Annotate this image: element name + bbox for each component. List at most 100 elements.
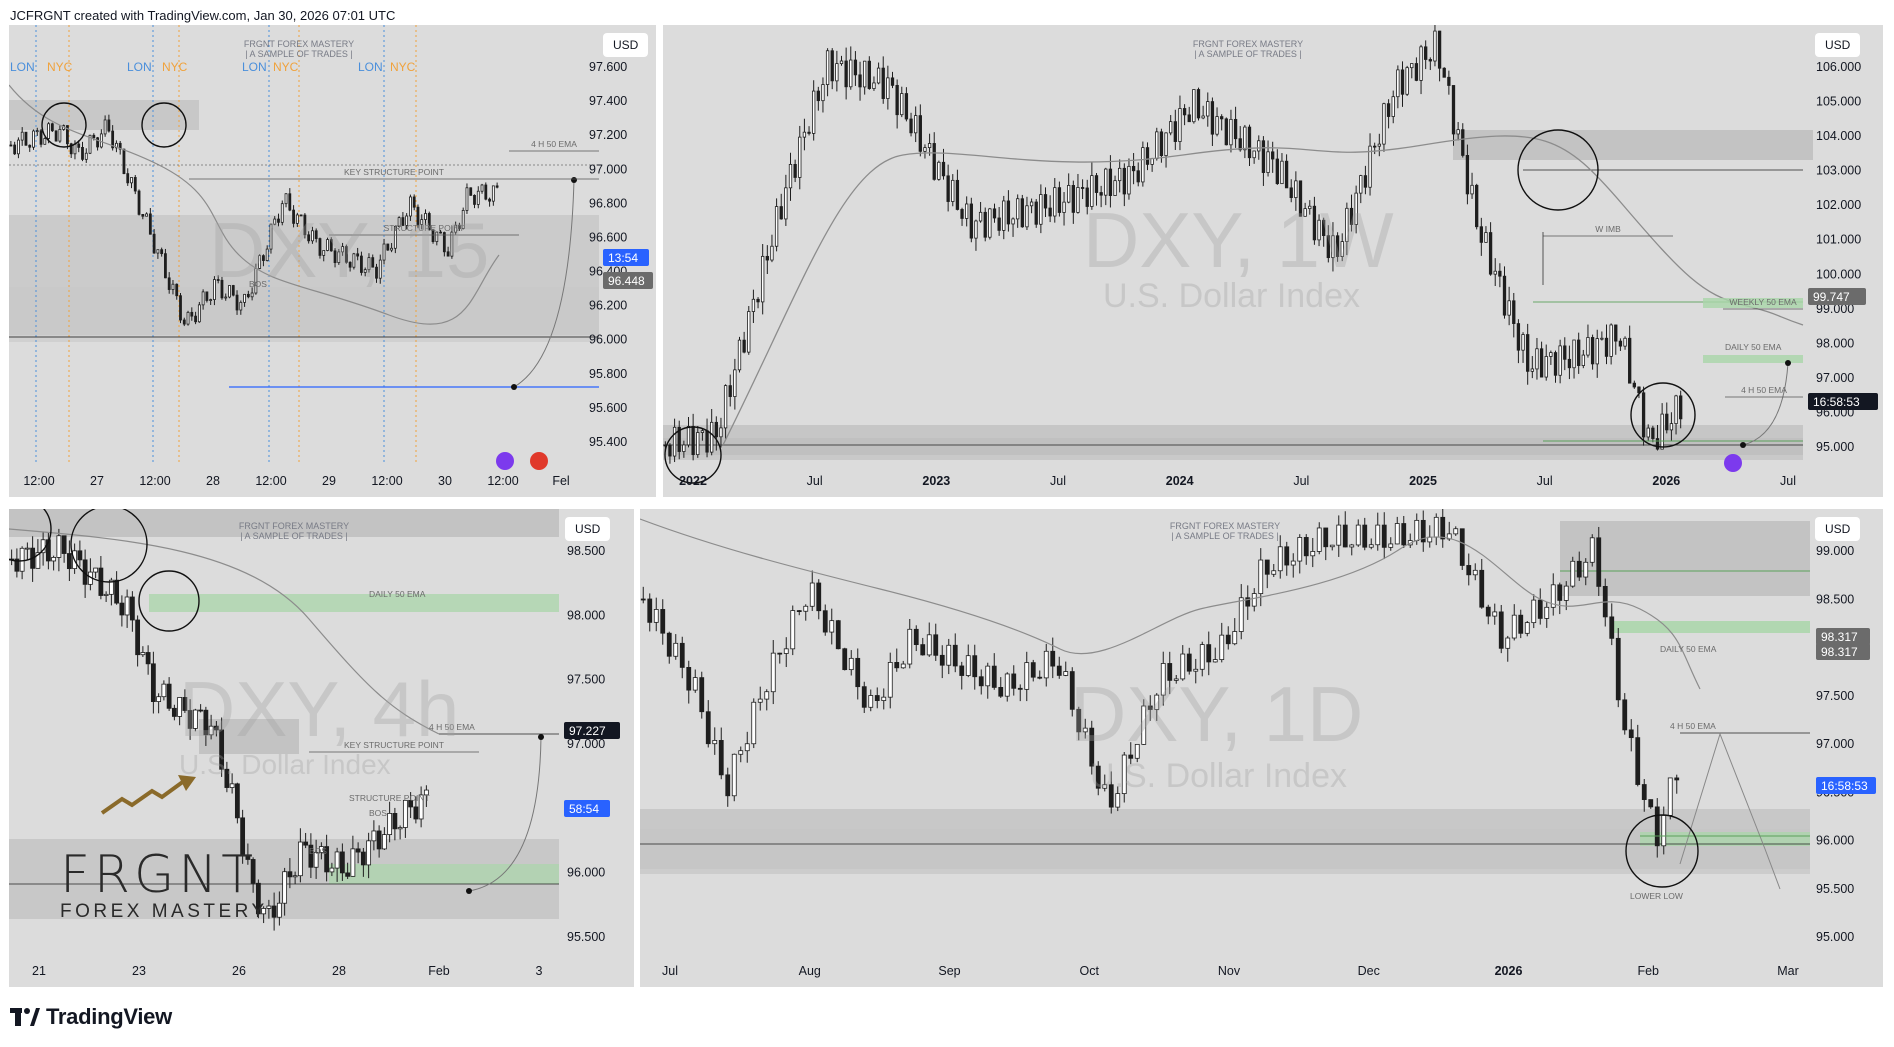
- currency-badge[interactable]: USD: [1815, 33, 1861, 57]
- session-label: LON: [10, 60, 35, 74]
- currency-badge[interactable]: USD: [565, 517, 611, 541]
- candle-body: [1323, 527, 1329, 548]
- candle-body: [951, 179, 955, 202]
- candle-body: [723, 385, 728, 429]
- price-label-text: 16:58:53: [1813, 395, 1860, 409]
- candle-body: [1368, 544, 1374, 548]
- currency-badge[interactable]: USD: [1815, 517, 1861, 541]
- candle-body: [103, 593, 109, 596]
- candle-body: [861, 686, 867, 708]
- indicator-icon: [496, 452, 514, 470]
- candle-body: [1521, 334, 1525, 351]
- candle-body: [821, 84, 825, 102]
- candle-body: [77, 550, 83, 561]
- candle-body: [798, 136, 802, 178]
- candle-body: [1212, 659, 1218, 663]
- candle-body: [742, 339, 746, 353]
- candle-body: [992, 208, 997, 219]
- panel-watermark: FRGNT FOREX MASTERY | A SAMPLE OF TRADES…: [1192, 39, 1304, 59]
- currency-badge[interactable]: USD: [603, 33, 649, 57]
- x-tick-label: 12:00: [487, 474, 518, 488]
- candle-body: [946, 175, 950, 202]
- candle-body: [686, 426, 691, 446]
- candle-body: [1024, 662, 1030, 690]
- candle-body: [148, 213, 152, 235]
- candle-body: [853, 59, 858, 76]
- candle-body: [1057, 187, 1062, 213]
- candle-body: [186, 311, 190, 325]
- candle-body: [17, 139, 20, 155]
- candle-body: [235, 294, 239, 311]
- candle-body: [1257, 140, 1261, 152]
- candle-body: [1553, 352, 1558, 376]
- candle-body: [900, 93, 904, 116]
- candle-body: [788, 164, 793, 189]
- candle-body: [1104, 168, 1108, 196]
- candle-body: [1526, 334, 1530, 372]
- symbol-watermark: DXY, 1D: [1070, 670, 1364, 758]
- candle-body: [1596, 537, 1602, 587]
- candle-body: [1466, 565, 1472, 576]
- candle-body: [941, 161, 946, 177]
- candle-body: [1674, 395, 1678, 425]
- candle-body: [58, 128, 62, 142]
- demand-zone-inner: [640, 829, 1810, 874]
- chart-panel-1w[interactable]: W IMB WEEKLY 50 EMA DAILY 50 EMA 4 H 50 EMA…: [663, 25, 1883, 497]
- candle-body: [297, 841, 303, 877]
- candle-body: [1544, 356, 1548, 378]
- candle-body: [1414, 519, 1420, 542]
- candle-body: [182, 319, 186, 325]
- candle-body: [1433, 516, 1439, 538]
- footer-brand-text: TradingView: [46, 1004, 172, 1029]
- session-label: LON: [127, 60, 152, 74]
- candle-body: [686, 667, 692, 691]
- candle-body: [126, 173, 130, 184]
- candle-body: [1182, 108, 1187, 116]
- candle-body: [1461, 129, 1465, 156]
- candle-body: [835, 63, 839, 82]
- candle-body: [1329, 544, 1335, 548]
- chart-panel-15m[interactable]: LON NYC LON NYC LON NYC LON NYC 4 H 50 EMA KEY ST…: [9, 25, 656, 497]
- candle-body: [712, 740, 718, 745]
- candle-body: [84, 152, 88, 160]
- candle-body: [1419, 46, 1423, 81]
- candle-body: [842, 648, 848, 671]
- candle-body: [1628, 729, 1634, 739]
- candle-body: [952, 644, 958, 667]
- footer-brand[interactable]: TradingView: [10, 1002, 172, 1032]
- candle-body: [50, 123, 54, 132]
- candle-body: [881, 696, 887, 701]
- candle-body: [1512, 300, 1516, 324]
- candle-body: [93, 567, 99, 573]
- candle-body: [1053, 187, 1057, 217]
- candle-body: [135, 619, 141, 656]
- candle-body: [867, 60, 871, 89]
- trend-arrow-icon: [100, 775, 196, 815]
- green-zone: [1610, 621, 1810, 633]
- candle-body: [161, 683, 167, 698]
- candle-body: [1655, 438, 1660, 450]
- candle-body: [197, 304, 201, 323]
- candle-body: [1609, 616, 1615, 639]
- candle-body: [728, 385, 732, 397]
- candle-body: [1159, 131, 1164, 157]
- candle-body: [66, 553, 72, 570]
- candle-body: [1297, 537, 1303, 562]
- candle-body: [738, 750, 744, 755]
- x-tick-label: 2026: [1652, 474, 1680, 488]
- logo-sub-text: FOREX MASTERY: [60, 901, 268, 922]
- candle-body: [647, 598, 653, 623]
- candle-body: [1660, 413, 1664, 450]
- x-tick-label: 28: [206, 474, 220, 488]
- candle-body: [1336, 524, 1342, 546]
- candle-body: [1127, 165, 1131, 195]
- projection-point: [1740, 442, 1746, 448]
- chart-panel-1d[interactable]: DAILY 50 EMA 4 H 50 EMA LOWER LOW 99.000 98.…: [640, 509, 1883, 987]
- candle-body: [376, 830, 382, 850]
- candle-body: [160, 249, 164, 255]
- candle-body: [1050, 650, 1056, 667]
- candle-body: [1505, 637, 1511, 649]
- candle-body: [927, 143, 932, 149]
- candle-body: [81, 147, 84, 160]
- x-tick-label: Feb: [1637, 964, 1659, 978]
